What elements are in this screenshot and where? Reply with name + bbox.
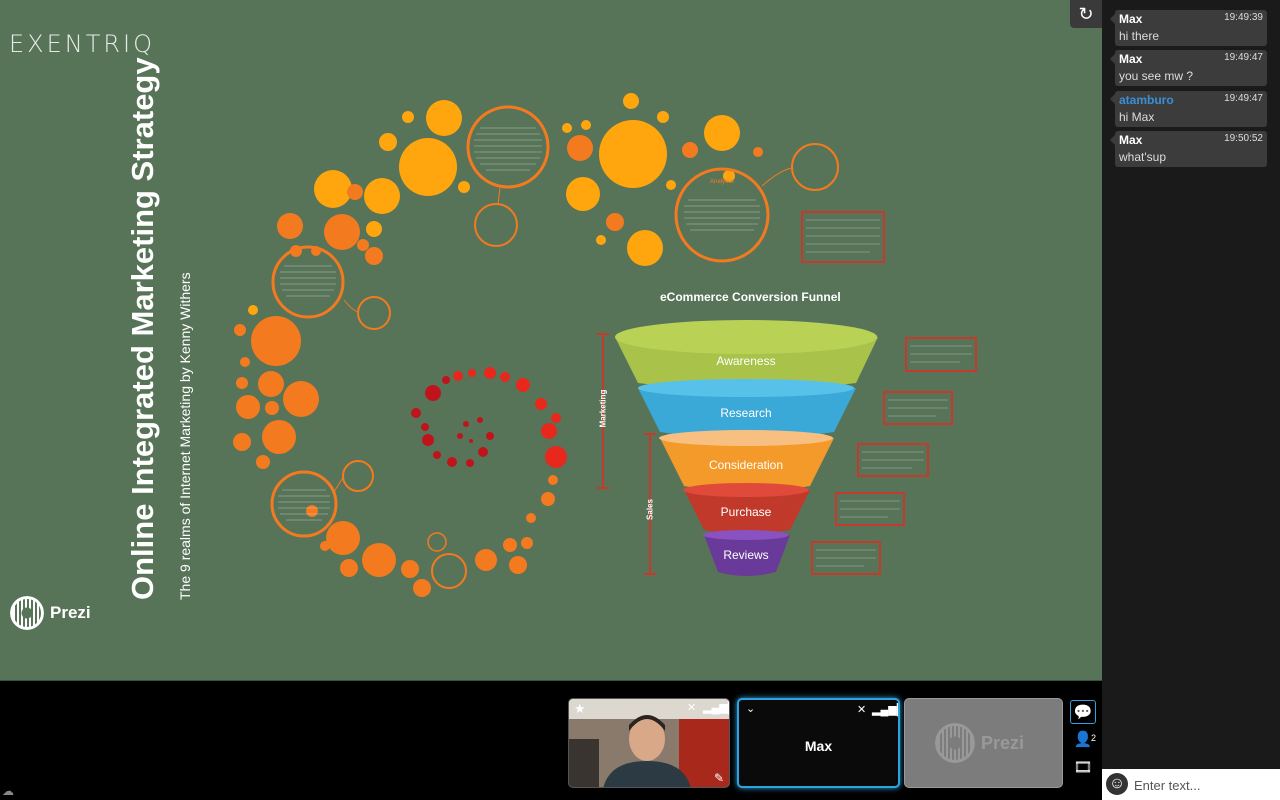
chat-input[interactable]: [1132, 772, 1276, 798]
cloud-icon[interactable]: ☁: [2, 784, 16, 798]
chat-message: atamburo 19:49:47 hi Max: [1115, 91, 1267, 127]
chat-message: Max 19:49:39 hi there: [1115, 10, 1267, 46]
chat-message-author: Max: [1119, 52, 1143, 66]
chat-icon[interactable]: 💬: [1070, 700, 1096, 724]
pencil-icon[interactable]: ✎: [714, 771, 724, 785]
funnel-stage-reviews: Reviews: [723, 548, 769, 562]
chat-message-text: what'sup: [1119, 150, 1166, 164]
chat-message-text: hi there: [1119, 29, 1160, 43]
funnel-stage-awareness: Awareness: [716, 354, 776, 368]
chat-message: Max 19:50:52 what'sup: [1115, 131, 1267, 167]
funnel-stage-research: Research: [720, 406, 772, 420]
prezi-logo-text: Prezi: [50, 603, 91, 622]
funnel-stage-purchase: Purchase: [720, 505, 772, 519]
chat-message-time: 19:50:52: [1224, 133, 1263, 144]
star-icon[interactable]: ★: [574, 701, 586, 717]
chat-message-author: Max: [1119, 12, 1143, 26]
chevron-down-icon[interactable]: ⌄: [746, 702, 755, 715]
film-icon[interactable]: 🎞: [1070, 756, 1096, 780]
webcam-tile[interactable]: ★ ✕ ▂▄▆█ ✎: [568, 698, 730, 788]
funnel-title: eCommerce Conversion Funnel: [660, 290, 841, 304]
chat-message-author: atamburo: [1119, 93, 1174, 107]
participants-icon[interactable]: 👤 2: [1070, 728, 1096, 752]
chat-message-text: hi Max: [1119, 110, 1155, 124]
chat-message-time: 19:49:47: [1224, 93, 1263, 104]
funnel-side-sales: Sales: [645, 499, 655, 520]
participant-name: Max: [804, 738, 833, 754]
signal-icon: ▂▄▆█: [872, 704, 898, 716]
smiley-icon[interactable]: ☺: [1106, 773, 1128, 795]
presentation-stage[interactable]: Exentriq Online Integrated Marketing Str…: [0, 0, 1102, 681]
refresh-button[interactable]: ↻: [1070, 0, 1102, 28]
mute-icon[interactable]: ✕: [857, 703, 866, 716]
signal-icon: ▂▄▆█: [703, 702, 729, 714]
chat-message: Max 19:49:47 you see mw ?: [1115, 50, 1267, 86]
participant-tile[interactable]: ⌄ ✕ ▂▄▆█ Max: [737, 698, 900, 788]
refresh-icon: ↻: [1078, 4, 1094, 24]
chat-message-time: 19:49:47: [1224, 52, 1263, 63]
prezi-tile[interactable]: Prezi: [904, 698, 1063, 788]
chat-message-text: you see mw ?: [1119, 69, 1194, 83]
panel-toggles: 💬 👤 2 🎞: [1070, 700, 1100, 784]
chat-message-time: 19:49:39: [1224, 12, 1263, 23]
prezi-icon: [935, 723, 975, 763]
bubble-spiral: Analytics: [233, 93, 977, 597]
prezi-tile-label: Prezi: [981, 732, 1025, 753]
funnel-side-marketing: Marketing: [598, 389, 608, 428]
prezi-logo: Prezi: [10, 596, 91, 630]
funnel-stage-consideration: Consideration: [708, 458, 784, 472]
analytics-label: Analytics: [710, 179, 734, 185]
participant-count: 2: [1090, 733, 1096, 743]
chat-message-author: Max: [1119, 133, 1143, 147]
mute-icon[interactable]: ✕: [687, 701, 696, 714]
prezi-logo-icon: [10, 596, 44, 630]
